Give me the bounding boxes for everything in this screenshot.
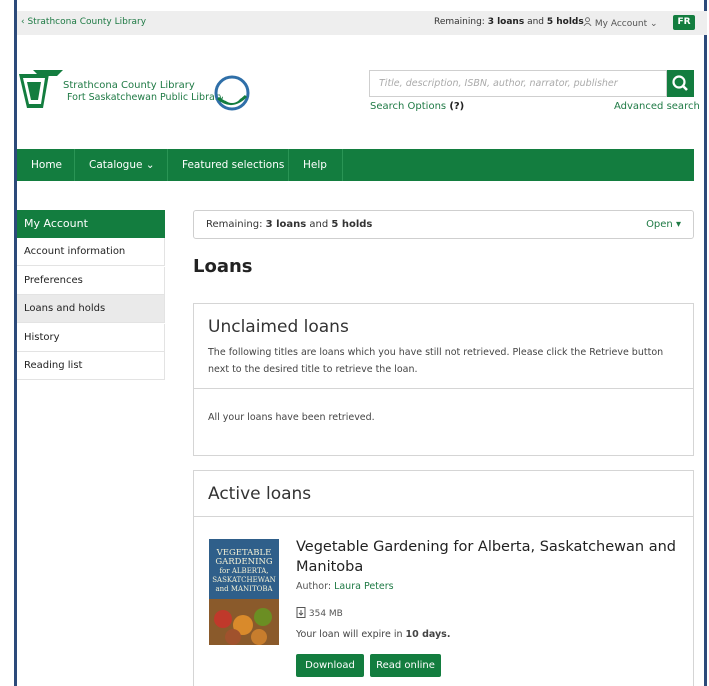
open-toggle[interactable]: Open ▾	[646, 219, 681, 230]
nav-divider	[342, 149, 343, 181]
my-account-label: My Account	[594, 19, 648, 29]
nav-catalogue-label: Catalogue	[89, 159, 143, 171]
top-bar: ‹ Strathcona County Library Remaining: 3…	[17, 11, 707, 35]
page-title: Loans	[193, 256, 253, 277]
back-link[interactable]: ‹ Strathcona County Library	[21, 17, 146, 27]
caret-down-icon: ▾	[675, 219, 681, 230]
user-icon	[583, 17, 592, 29]
open-label: Open	[646, 219, 673, 230]
remaining-dropdown[interactable]: Remaining: 3 loans and 5 holds Open ▾	[193, 210, 694, 239]
active-loans-title: Active loans	[208, 484, 312, 504]
loan-expiry: Your loan will expire in 10 days.	[296, 629, 450, 640]
sidebar-title: My Account	[17, 210, 165, 238]
main-navigation: Home Catalogue ⌄ Featured selections Hel…	[17, 149, 694, 181]
search-options-label: Search Options	[370, 101, 447, 112]
sidebar-item-history[interactable]: History	[17, 324, 165, 352]
nav-home[interactable]: Home	[17, 149, 76, 181]
remaining-and: and	[306, 219, 332, 230]
book-cover[interactable]: VEGETABLE GARDENING for ALBERTA, SASKATC…	[209, 539, 279, 645]
unclaimed-loans-panel: Unclaimed loans The following titles are…	[193, 303, 694, 456]
remaining-and: and	[524, 17, 547, 27]
author-link[interactable]: Laura Peters	[334, 581, 394, 592]
logo-text-line1: Strathcona County Library	[63, 80, 195, 91]
search-options-help[interactable]: (?)	[449, 101, 464, 112]
advanced-search-link[interactable]: Advanced search	[614, 101, 700, 112]
read-online-button[interactable]: Read online	[370, 654, 441, 677]
unclaimed-loans-title: Unclaimed loans	[208, 317, 349, 337]
unclaimed-loans-description: The following titles are loans which you…	[208, 347, 664, 375]
remaining-holds: 5 holds	[331, 219, 373, 230]
remaining-summary: Remaining: 3 loans and 5 holds	[434, 17, 584, 27]
logo-text-line2: Fort Saskatchewan Public Library	[67, 92, 225, 103]
my-account-menu[interactable]: My Account ⌄	[583, 17, 658, 29]
chevron-down-icon: ⌄	[145, 159, 155, 171]
download-button[interactable]: Download	[296, 654, 364, 677]
search-input[interactable]: Title, description, ISBN, author, narrat…	[369, 70, 667, 97]
remaining-holds: 5 holds	[546, 17, 584, 27]
sidebar-item-loans-and-holds[interactable]: Loans and holds	[17, 295, 165, 323]
expire-prefix: Your loan will expire in	[296, 629, 406, 640]
active-loans-panel: Active loans VEGETABLE GARDENING for ALB…	[193, 470, 694, 686]
search-icon	[672, 75, 688, 91]
nav-help[interactable]: Help	[289, 149, 341, 181]
sidebar-item-account-information[interactable]: Account information	[17, 238, 165, 266]
remaining-prefix: Remaining:	[206, 219, 266, 230]
panel-divider	[194, 388, 693, 389]
search-button[interactable]	[667, 70, 694, 97]
file-size: 354 MB	[296, 607, 343, 619]
cover-text: and MANITOBA	[215, 585, 273, 593]
sidebar-item-reading-list[interactable]: Reading list	[17, 352, 165, 380]
public-library-seal-icon	[214, 75, 250, 111]
sidebar-item-preferences[interactable]: Preferences	[17, 267, 165, 295]
file-download-icon	[296, 607, 306, 618]
cover-text: for ALBERTA,	[219, 567, 269, 575]
chevron-down-icon: ⌄	[650, 19, 658, 29]
remaining-loans: 3 loans	[487, 17, 525, 27]
expire-value: 10 days.	[405, 629, 451, 640]
language-button[interactable]: FR	[673, 15, 695, 30]
book-author: Author: Laura Peters	[296, 581, 394, 592]
file-size-value: 354 MB	[308, 609, 343, 619]
cover-image	[209, 599, 279, 645]
remaining-prefix: Remaining:	[434, 17, 488, 27]
book-title-link[interactable]: Vegetable Gardening for Alberta, Saskatc…	[296, 537, 676, 577]
remaining-loans: 3 loans	[265, 219, 307, 230]
unclaimed-loans-note: All your loans have been retrieved.	[208, 412, 375, 423]
library-logo-mark-icon	[19, 70, 63, 108]
nav-featured-selections[interactable]: Featured selections	[168, 149, 298, 181]
panel-divider	[194, 516, 693, 517]
cover-text: GARDENING	[215, 557, 273, 567]
back-link-label: Strathcona County Library	[27, 17, 147, 27]
author-label: Author:	[296, 581, 332, 592]
nav-catalogue[interactable]: Catalogue ⌄	[75, 149, 169, 181]
cover-text: SASKATCHEWAN	[212, 576, 276, 584]
search-options-link[interactable]: Search Options (?)	[370, 101, 464, 112]
